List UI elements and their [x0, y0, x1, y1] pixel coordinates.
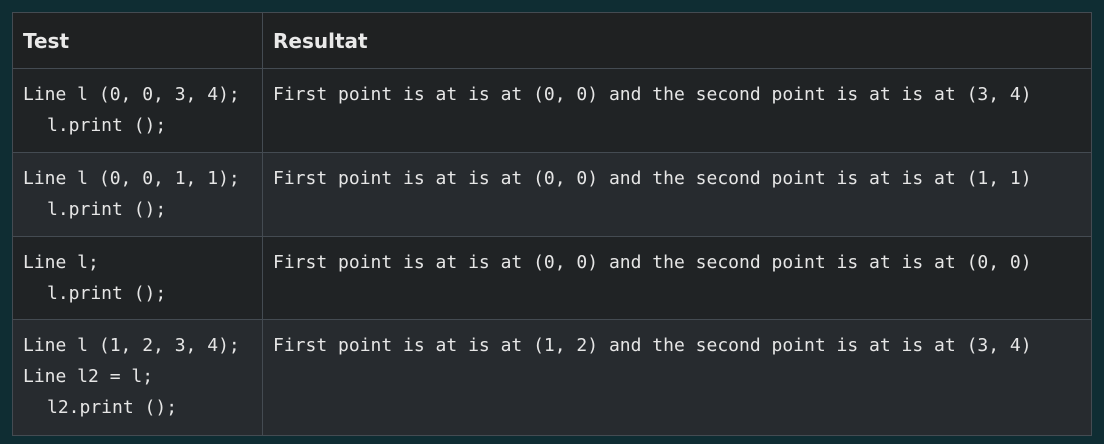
page-background: Test Resultat Line l (0, 0, 3, 4); l.prin…	[0, 0, 1104, 444]
result-cell: First point is at is at (0, 0) and the s…	[262, 68, 1092, 153]
test-results-table: Test Resultat Line l (0, 0, 3, 4); l.prin…	[12, 12, 1092, 436]
column-header-test: Test	[12, 12, 263, 69]
test-code-cell: Line l (1, 2, 3, 4); Line l2 = l; l2.print…	[12, 319, 263, 436]
column-header-result: Resultat	[262, 12, 1092, 69]
code-line: Line l2 = l;	[23, 366, 154, 387]
code-line: Line l (0, 0, 1, 1);	[23, 168, 240, 189]
result-cell: First point is at is at (0, 0) and the s…	[262, 236, 1092, 320]
code-line: Line l;	[23, 252, 99, 273]
table-row: Line l; l.print (); First point is at is …	[12, 236, 1092, 320]
test-code-cell: Line l; l.print ();	[12, 236, 263, 320]
table-row: Line l (0, 0, 3, 4); l.print (); First po…	[12, 68, 1092, 153]
code-line: l2.print ();	[47, 397, 178, 418]
table-row: Line l (0, 0, 1, 1); l.print (); First po…	[12, 152, 1092, 237]
test-code-cell: Line l (0, 0, 1, 1); l.print ();	[12, 152, 263, 237]
code-line: l.print ();	[47, 283, 167, 304]
table-row: Line l (1, 2, 3, 4); Line l2 = l; l2.print…	[12, 319, 1092, 436]
code-line: l.print ();	[47, 115, 167, 136]
code-line: Line l (0, 0, 3, 4);	[23, 84, 240, 105]
code-line: Line l (1, 2, 3, 4);	[23, 335, 240, 356]
test-code-cell: Line l (0, 0, 3, 4); l.print ();	[12, 68, 263, 153]
table-header-row: Test Resultat	[12, 12, 1092, 69]
code-line: l.print ();	[47, 199, 167, 220]
result-cell: First point is at is at (0, 0) and the s…	[262, 152, 1092, 237]
result-cell: First point is at is at (1, 2) and the s…	[262, 319, 1092, 436]
